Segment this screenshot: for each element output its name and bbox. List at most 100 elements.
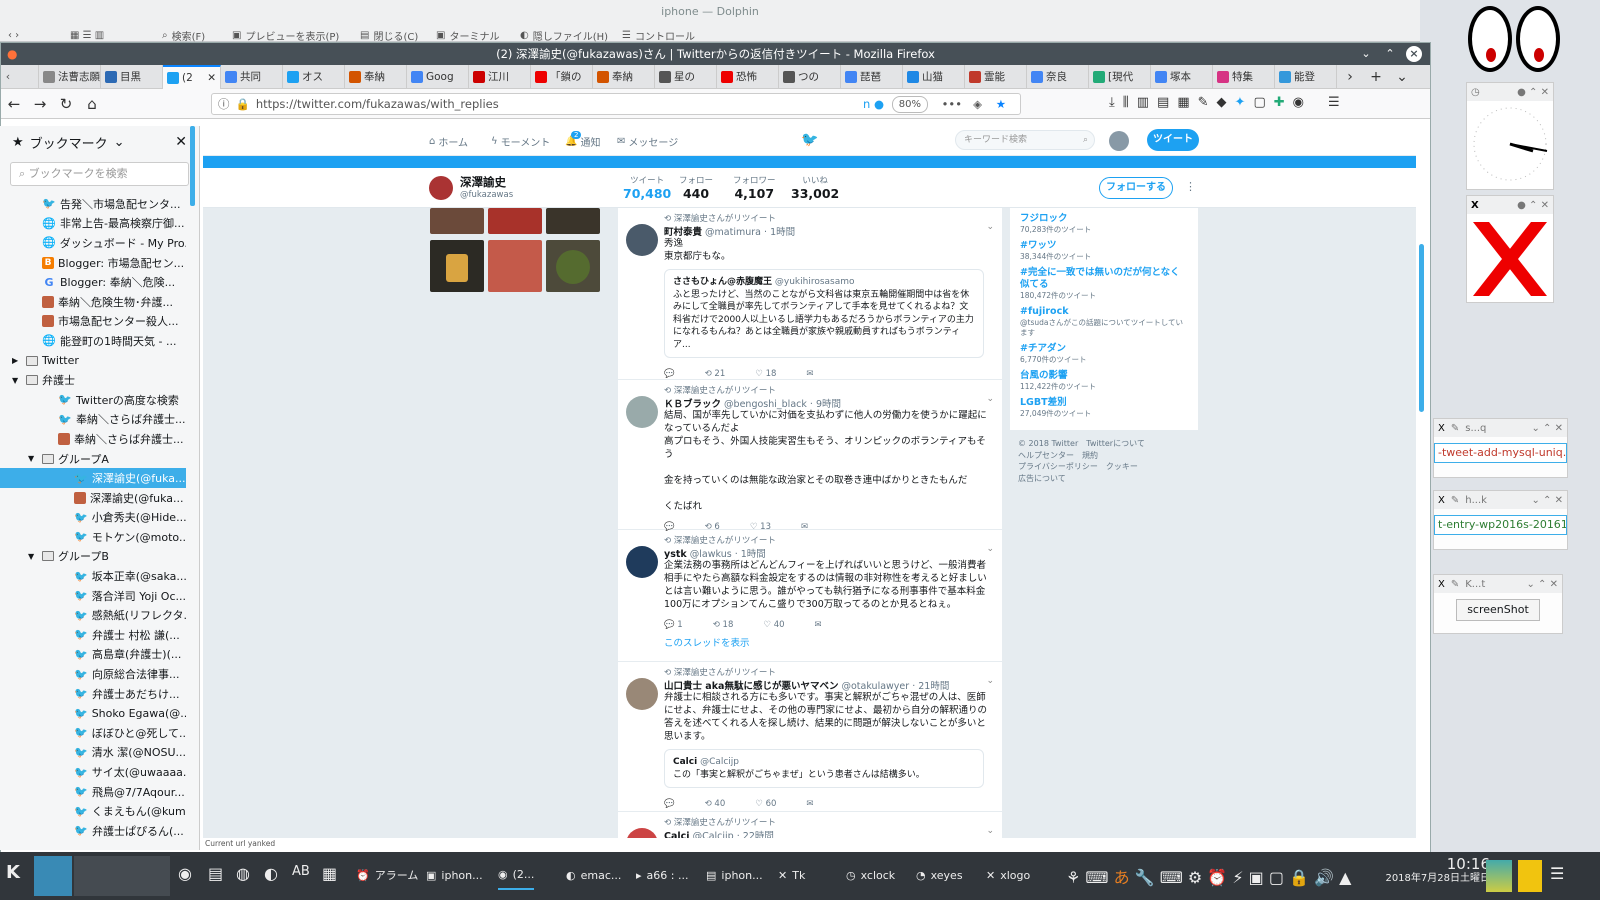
dolphin-view-icons[interactable]: ▦ ☰ ▥ <box>70 27 104 43</box>
bookmark-item[interactable]: 🌐 能登町の1時間天気 - ... <box>0 331 186 351</box>
footer-links[interactable]: © 2018 Twitter Twitterについて <box>1018 438 1198 450</box>
stat-3[interactable]: いいね 33,002 <box>791 174 839 201</box>
tab-20[interactable]: 能登 <box>1275 64 1337 89</box>
tweet-item[interactable]: ⟲ 深澤諭史さんがリツイート 町村泰貴 @matimura · 1時間 ⌄ 秀逸 東京都… <box>618 208 1002 380</box>
media-thumb[interactable] <box>488 208 542 234</box>
kde-menu-icon[interactable]: K <box>6 862 20 883</box>
menu-icon[interactable]: ☰ <box>1328 95 1340 110</box>
reader-icon[interactable]: ▤ <box>1157 95 1169 110</box>
bookmark-star-icon[interactable]: ★ <box>996 97 1006 111</box>
trend-item[interactable]: フジロック 70,283件のツイート <box>1020 213 1188 235</box>
tab-2[interactable]: (2 ✕ <box>163 64 221 89</box>
bookmark-search-input[interactable]: ⌕ ブックマークを検索 <box>10 162 189 186</box>
nav-messages[interactable]: ✉ メッセージ <box>617 134 678 149</box>
expand-arrow-icon[interactable]: ▶ <box>12 356 22 365</box>
dm-button[interactable]: ✉ <box>815 620 822 630</box>
tweet-author-name[interactable]: Calci <box>664 831 690 838</box>
task-6[interactable]: ✕ Tk <box>778 860 805 890</box>
bookmark-item[interactable]: 🐦 告発＼市場急配センタ... <box>0 194 186 214</box>
task-0[interactable]: ⏰ アラーム <box>356 860 418 890</box>
tweet-item[interactable]: ⟲ 深澤諭史さんがリツイート ystk @lawkus · 1時間 ⌄ 企業法務の事務… <box>618 530 1002 662</box>
bookmark-item[interactable]: 🐦 Twitterの高度な検索 <box>0 390 186 410</box>
trend-tag[interactable]: フジロック <box>1020 213 1188 225</box>
home-icon[interactable]: ⌂ <box>79 95 105 113</box>
bookmark-item[interactable]: B Blogger: 市場急配セン... <box>0 253 186 273</box>
media-thumb[interactable] <box>546 208 600 234</box>
bookmark-item[interactable]: G Blogger: 奉納＼危険... <box>0 272 186 292</box>
tray-icons[interactable]: ⚘ ⌨ あ 🔧 ⌨ ⚙ ⏰ ⚡ ▣ ▢ 🔒 🔊 ▲ <box>1066 864 1351 888</box>
desktop-pager-2[interactable] <box>74 856 170 896</box>
task-1[interactable]: ▣ iphon... <box>426 860 483 890</box>
dm-button[interactable]: ✉ <box>806 799 813 809</box>
desktop-preview[interactable] <box>1486 860 1512 892</box>
trend-item[interactable]: #ワッツ 38,344件のツイート <box>1020 240 1188 262</box>
screenshot-icon[interactable]: ◉ <box>1293 95 1304 110</box>
terminal-input-1[interactable]: -tweet-add-mysql-uniq.rl <box>1434 443 1567 463</box>
nav-home[interactable]: ⌂ ホーム <box>429 134 468 149</box>
bookmark-item[interactable]: 🐦 高島章(弁護士)(... <box>0 645 186 665</box>
retweet-action-button[interactable]: ⟲ 21 <box>705 369 726 379</box>
expand-arrow-icon[interactable]: ▼ <box>28 454 38 463</box>
tab-16[interactable]: 奈良 <box>1027 64 1089 89</box>
tweet-time[interactable]: · 22時間 <box>737 831 774 838</box>
tab-11[interactable]: 恐怖 <box>717 64 779 89</box>
retweet-action-button[interactable]: ⟲ 18 <box>713 620 734 630</box>
reply-button[interactable]: 💬 1 <box>664 620 683 630</box>
trend-item[interactable]: #fujirock @tsudaさんがこの話題についてツイートしています <box>1020 306 1188 338</box>
tab-10[interactable]: 星の <box>655 64 717 89</box>
bookmark-item[interactable]: 🐦 くまえもん(@kum... <box>0 801 186 821</box>
bookmark-item[interactable]: 🐦 モトケン(@moto... <box>0 527 186 547</box>
stat-0[interactable]: ツイート 70,480 <box>623 174 671 201</box>
bookmark-item[interactable]: 奉納＼危険生物･弁護... <box>0 292 186 312</box>
tab-6[interactable]: Goog <box>407 64 469 89</box>
like-button[interactable]: ♡ 18 <box>755 369 776 379</box>
tab-1[interactable]: 目黒 <box>101 64 163 89</box>
tab-7[interactable]: 江川 <box>469 64 531 89</box>
tab-17[interactable]: [現代 <box>1089 64 1151 89</box>
desktop-pager-1[interactable] <box>34 856 72 896</box>
trend-item[interactable]: #チアダン 6,770件のツイート <box>1020 343 1188 365</box>
media-thumb[interactable] <box>488 240 542 292</box>
bookmark-item[interactable]: 🐦 感熱紙(リフレクタ... <box>0 605 186 625</box>
close-icon[interactable]: × <box>1406 46 1422 62</box>
media-thumb[interactable] <box>546 240 600 292</box>
bookmark-item[interactable]: 🐦 清水 潔(@NOSU... <box>0 743 186 763</box>
download-icon[interactable]: ⤓ <box>1109 95 1115 110</box>
xclock-titlebar[interactable]: ◷ ● ⌃ ✕ <box>1467 83 1553 101</box>
toggle-icon[interactable]: n ● <box>863 97 884 111</box>
bookmark-item[interactable]: 市場急配センター殺人... <box>0 312 186 332</box>
tweet-item[interactable]: ⟲ 深澤諭史さんがリツイート ＫＢブラック @bengoshi_black · 9… <box>618 380 1002 532</box>
tab-12[interactable]: つの <box>779 64 841 89</box>
sidebar-scrollbar[interactable] <box>190 126 195 206</box>
stat-2[interactable]: フォロワー 4,107 <box>733 174 776 201</box>
tab-13[interactable]: 琵琶 <box>841 64 903 89</box>
task-2[interactable]: ◉ (2... <box>498 860 535 890</box>
url-bar[interactable]: ⓘ 🔒 https://twitter.com/fukazawas/with_r… <box>211 93 1021 115</box>
dolphin-close-button[interactable]: ▤ 閉じる(C) <box>360 27 418 43</box>
tweet-menu-chevron-icon[interactable]: ⌄ <box>986 222 994 232</box>
tab-15[interactable]: 霊能 <box>965 64 1027 89</box>
reply-button[interactable]: 💬 <box>664 369 675 379</box>
dolphin-control-button[interactable]: ☰ コントロール <box>622 27 695 43</box>
tweet-author-handle[interactable]: @matimura <box>705 227 761 238</box>
trend-tag[interactable]: 台風の影響 <box>1020 370 1188 382</box>
quoted-tweet[interactable]: Calci @Calcijp この「事実と解釈がごちゃまぜ」という患者さんは結構多… <box>664 749 984 788</box>
show-thread-link[interactable]: このスレッドを表示 <box>664 635 992 649</box>
tab-scroll-left-icon[interactable]: ‹ <box>1 70 15 83</box>
expand-arrow-icon[interactable]: ▼ <box>12 376 22 385</box>
more-icon[interactable]: ⋮ <box>1185 180 1196 193</box>
sidebar-title[interactable]: ブックマーク <box>30 133 108 152</box>
pocket-icon[interactable]: ◈ <box>973 97 982 111</box>
emacs-launcher-icon[interactable]: ◐ <box>264 864 278 883</box>
evernote-icon[interactable]: ◆ <box>1217 95 1227 110</box>
tweet-menu-chevron-icon[interactable]: ⌄ <box>986 676 994 686</box>
bookmark-item[interactable]: 奉納＼さらば弁護士... <box>0 429 186 449</box>
dolphin-hidden-button[interactable]: ◐ 隠しファイル(H) <box>520 27 608 43</box>
tweet-menu-chevron-icon[interactable]: ⌄ <box>986 394 994 404</box>
task-5[interactable]: ▤ iphon... <box>706 860 763 890</box>
tab-list-icon[interactable]: ⌄ <box>1389 69 1415 85</box>
trend-item[interactable]: #完全に一致では無いのだが何となく似てる 180,472件のツイート <box>1020 267 1188 301</box>
tab-5[interactable]: 奉納 <box>345 64 407 89</box>
task-9[interactable]: ✕ xlogo <box>986 860 1030 890</box>
xlogo-titlebar[interactable]: X ● ⌃ ✕ <box>1467 196 1553 214</box>
